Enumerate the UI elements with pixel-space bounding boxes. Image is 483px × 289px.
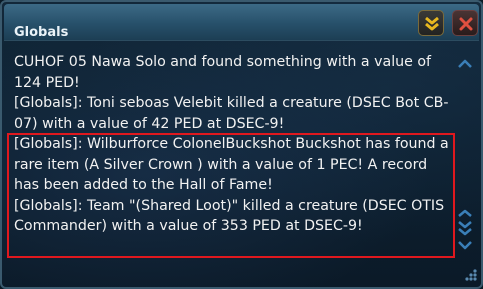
title-bar[interactable]: Globals <box>4 4 479 41</box>
chat-message: [Globals]: Toni seboas Velebit killed a … <box>14 95 449 132</box>
resize-grip-icon[interactable] <box>463 267 479 283</box>
collapse-button[interactable] <box>418 10 444 36</box>
close-icon <box>459 17 473 31</box>
close-button[interactable] <box>452 10 478 36</box>
scroll-up-button[interactable] <box>457 58 473 70</box>
scroll-stack-button[interactable] <box>457 208 473 238</box>
scroll-down-button[interactable] <box>457 239 473 251</box>
chevrons-down-icon <box>425 16 439 31</box>
globals-window: Globals CUHOF 05 Nawa Solo and found som… <box>0 0 483 289</box>
window-title: Globals <box>14 25 69 40</box>
highlight-box <box>7 133 455 258</box>
chat-message: CUHOF 05 Nawa Solo and found something w… <box>14 54 432 91</box>
